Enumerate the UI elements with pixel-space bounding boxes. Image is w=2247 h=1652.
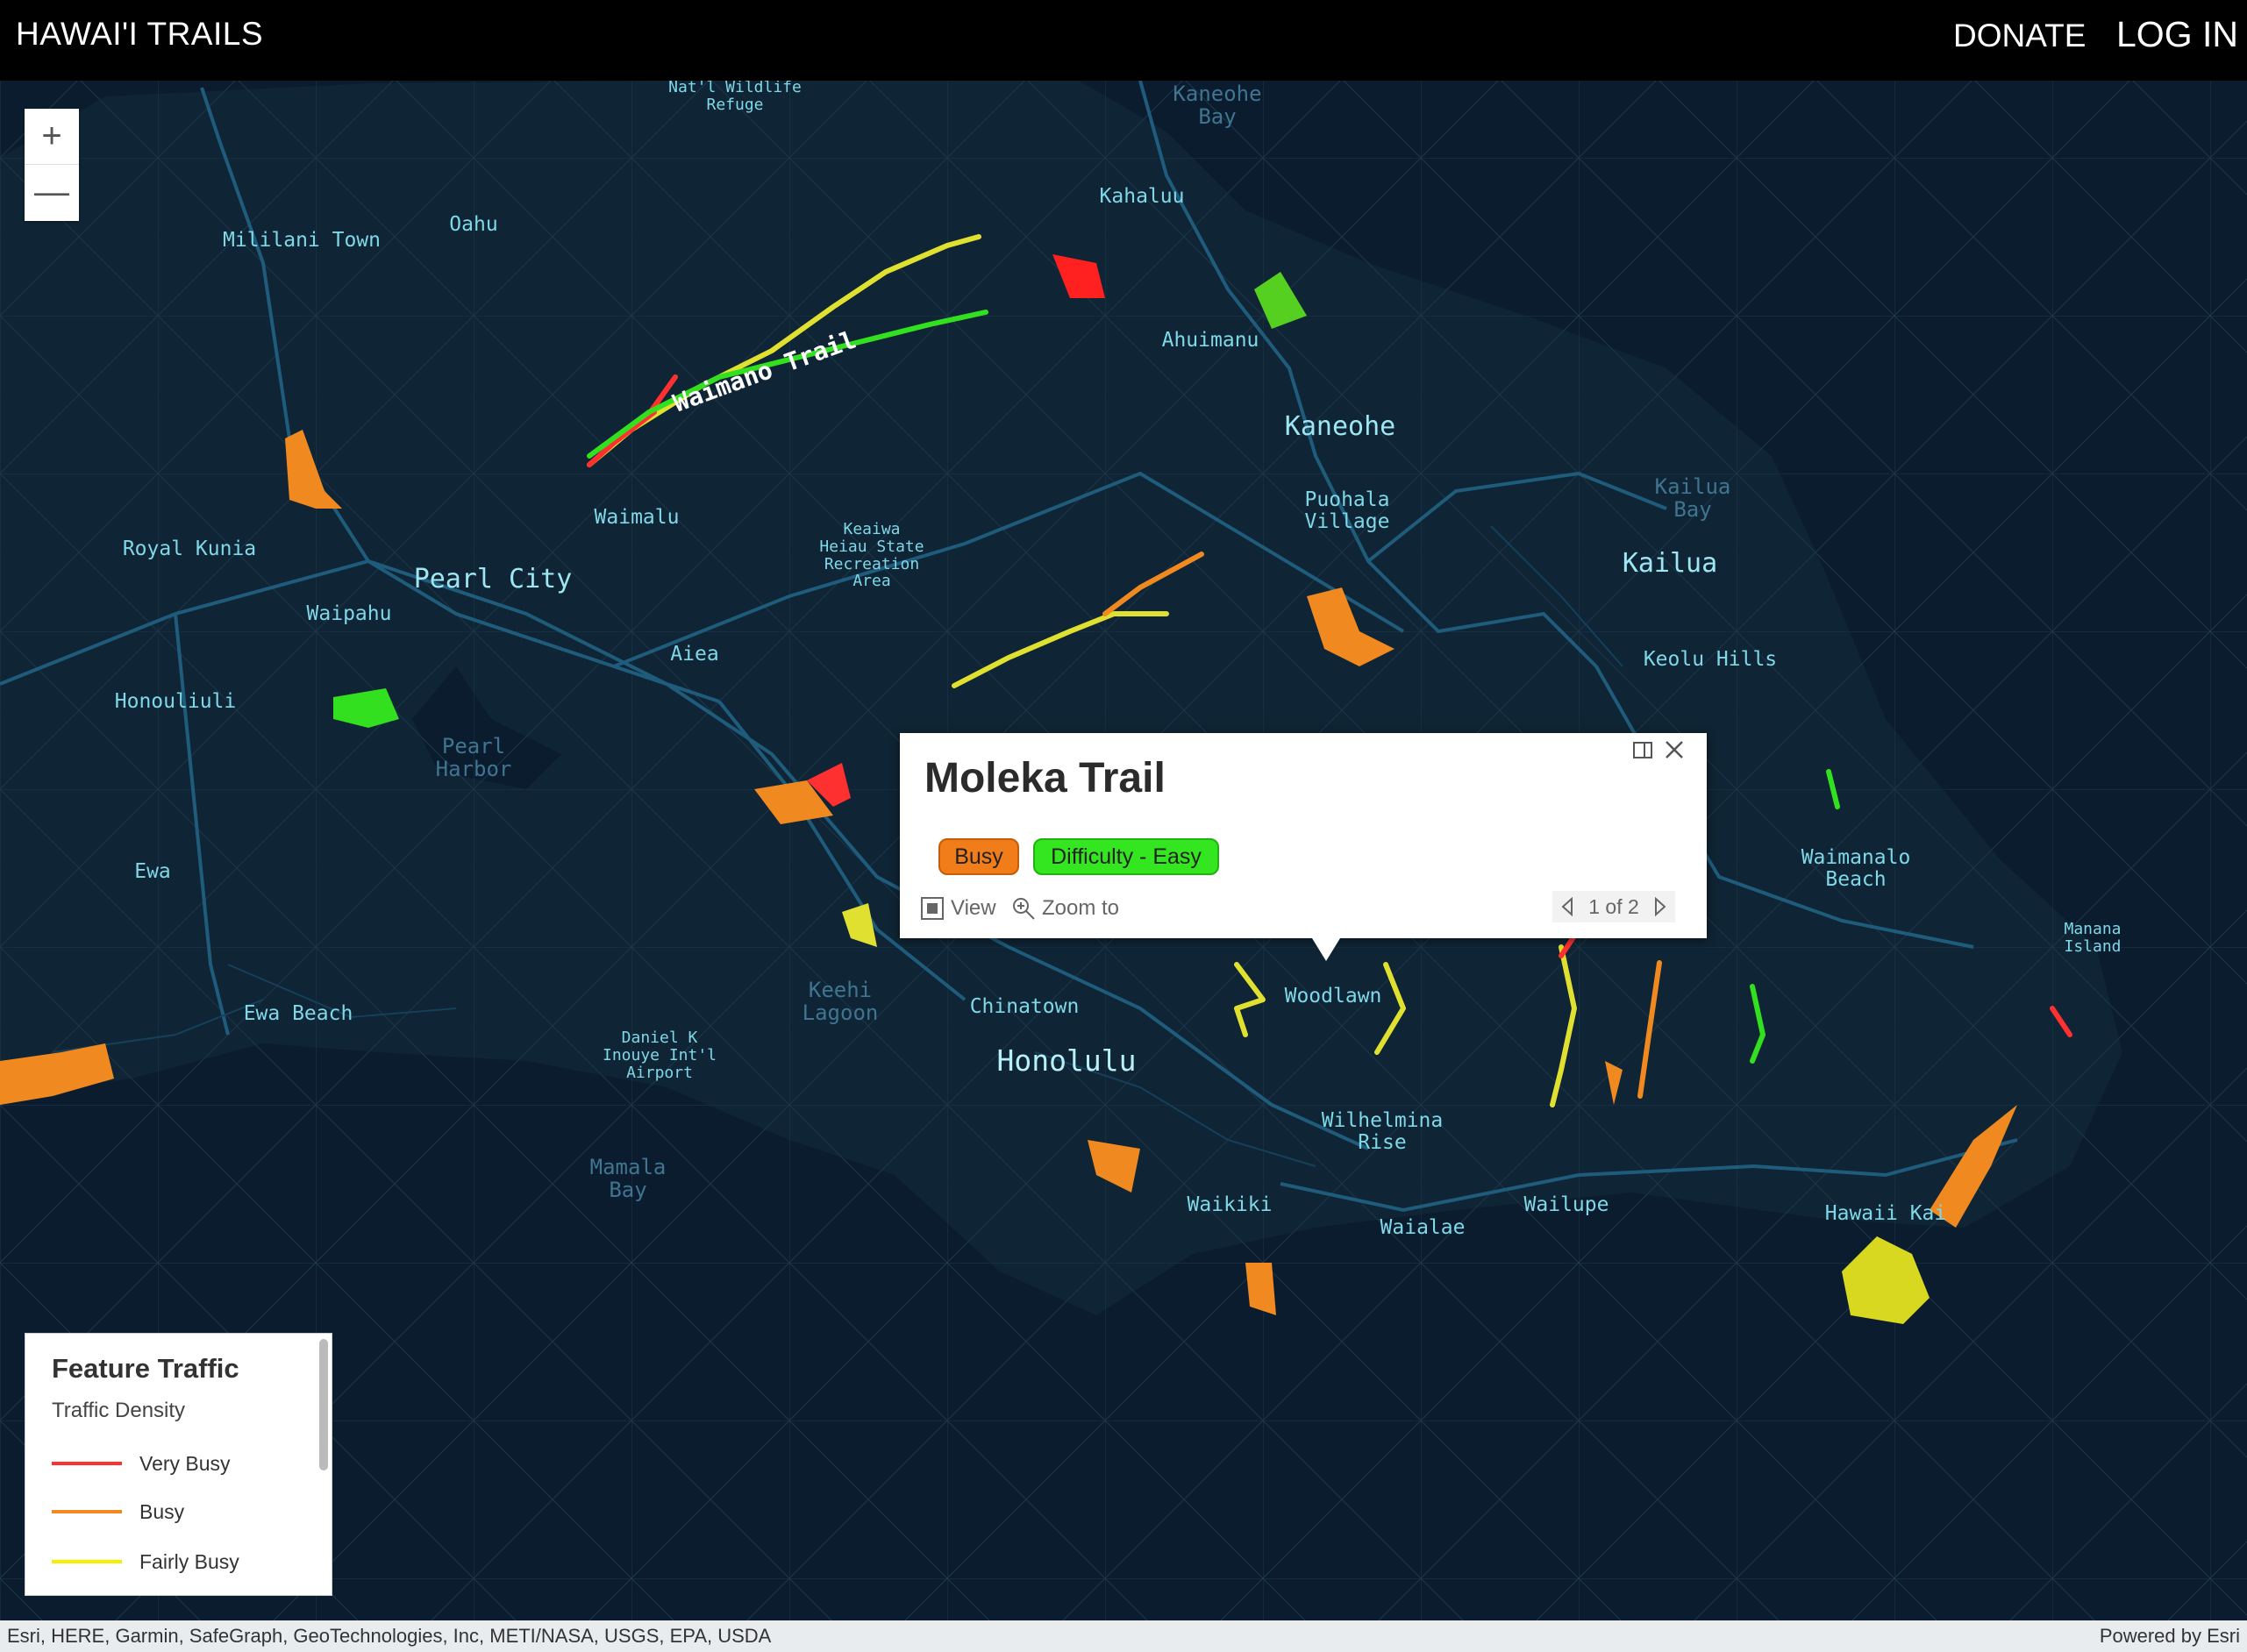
place-label: Kahaluu <box>1099 185 1185 208</box>
attribution-bar: Esri, HERE, Garmin, SafeGraph, GeoTechno… <box>0 1620 2247 1652</box>
donate-link[interactable]: DONATE <box>1953 18 2086 54</box>
legend-label: Fairly Busy <box>139 1549 239 1573</box>
legend-swatch <box>52 1462 122 1465</box>
place-label: Waipahu <box>306 602 392 625</box>
legend-swatch <box>52 1510 122 1513</box>
place-label: Waimalu <box>594 506 680 529</box>
legend-scrollbar[interactable] <box>319 1339 328 1470</box>
traffic-chip: Busy <box>938 838 1019 875</box>
legend-swatch <box>52 1560 122 1563</box>
pager-count: 1 of 2 <box>1588 894 1639 918</box>
legend-item-fairly-busy: Fairly Busy <box>52 1549 239 1575</box>
place-label: Kaneohe Bay <box>1173 82 1262 130</box>
difficulty-chip: Difficulty - Easy <box>1033 838 1219 875</box>
legend-title: Feature Traffic <box>52 1353 239 1384</box>
map-legend[interactable]: Feature Traffic Traffic Density Very Bus… <box>25 1333 332 1596</box>
place-label: Pearl Harbor <box>435 734 512 782</box>
place-label: Kailua <box>1622 548 1718 579</box>
place-label: Pearl City <box>413 564 573 595</box>
place-label: Manana Island <box>2064 920 2122 956</box>
legend-item-busy: Busy <box>52 1499 184 1525</box>
place-label: Oahu <box>449 213 498 236</box>
place-label: Royal Kunia <box>122 538 257 560</box>
place-label: Keaiwa Heiau State Recreation Area <box>819 520 924 591</box>
trail-popup: Moleka Trail Busy Difficulty - Easy View… <box>900 733 1707 961</box>
place-label: Keehi Lagoon <box>802 978 879 1026</box>
login-link[interactable]: LOG IN <box>2116 14 2238 55</box>
place-label: Waialae <box>1380 1216 1466 1239</box>
legend-item-very-busy: Very Busy <box>52 1450 231 1477</box>
place-label: Chinatown <box>969 995 1080 1018</box>
magnifier-icon <box>1013 898 1035 920</box>
view-icon <box>921 897 944 920</box>
attribution-sources: Esri, HERE, Garmin, SafeGraph, GeoTechno… <box>7 1625 772 1647</box>
place-label: Wailupe <box>1523 1193 1609 1216</box>
place-label: Daniel K Inouye Int'l Airport <box>602 1029 717 1082</box>
popup-pointer <box>1312 938 1340 961</box>
place-label: Mamala Bay <box>589 1155 667 1203</box>
powered-by[interactable]: Powered by Esri <box>2100 1625 2240 1648</box>
legend-label: Very Busy <box>139 1451 231 1475</box>
popup-title: Moleka Trail <box>924 755 1166 801</box>
place-label: Puohala Village <box>1304 488 1390 534</box>
place-label: Woodlawn <box>1284 985 1382 1008</box>
previous-icon[interactable] <box>1559 896 1575 917</box>
close-icon[interactable] <box>1661 737 1687 763</box>
zoom-control: + — <box>25 109 79 221</box>
place-label: Ahuimanu <box>1161 329 1259 352</box>
place-label: Kailua Bay <box>1654 474 1731 523</box>
place-label: Honouliuli <box>114 690 237 713</box>
zoom-out-button[interactable]: — <box>25 164 79 220</box>
dock-icon[interactable] <box>1631 738 1654 761</box>
place-label: Wilhelmina Rise <box>1321 1109 1444 1155</box>
place-label: Keolu Hills <box>1643 648 1778 671</box>
zoom-in-button[interactable]: + <box>25 109 79 164</box>
next-icon[interactable] <box>1652 896 1668 917</box>
view-label: View <box>951 896 996 920</box>
zoom-to-label: Zoom to <box>1042 896 1120 920</box>
legend-subtitle: Traffic Density <box>52 1399 186 1422</box>
place-label: Ewa <box>134 860 171 883</box>
place-label: Kaneohe <box>1284 411 1396 442</box>
site-brand[interactable]: HAWAI'I TRAILS <box>16 16 263 53</box>
zoom-to-action[interactable]: Zoom to <box>1010 895 1119 922</box>
place-label: Aiea <box>670 643 719 666</box>
view-action[interactable]: View <box>919 895 996 922</box>
top-navigation-bar: HAWAI'I TRAILS DONATE LOG IN <box>0 0 2247 81</box>
place-label: Ewa Beach <box>243 1002 353 1025</box>
legend-label: Busy <box>139 1499 185 1523</box>
place-label: Honolulu <box>996 1043 1137 1078</box>
place-label: Waimanalo Beach <box>1801 846 1911 892</box>
place-label: Nat'l Wildlife Refuge <box>668 81 802 114</box>
place-label: Hawaii Kai <box>1824 1202 1947 1225</box>
feature-pager: 1 of 2 <box>1552 891 1675 922</box>
place-label: Mililani Town <box>222 229 382 252</box>
place-label: Waikiki <box>1187 1193 1273 1216</box>
